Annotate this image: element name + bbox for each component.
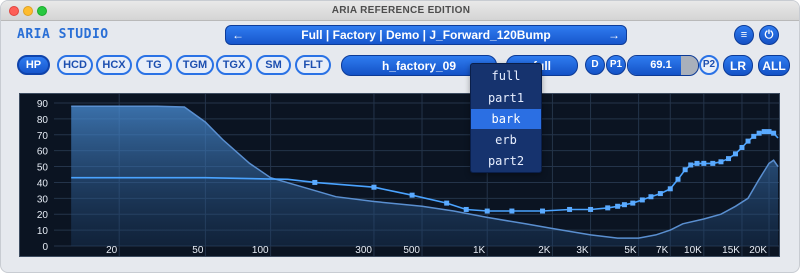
series-area-fill (71, 106, 779, 246)
prev-preset-button[interactable]: ← (228, 26, 248, 44)
curve-point (718, 159, 724, 165)
frequency-response-chart[interactable]: 90 80 70 60 50 40 30 20 10 0 20 50 100 300 500 1K 2K 3K 5K… (19, 93, 780, 257)
curve-point (675, 176, 681, 182)
curve-point (630, 200, 636, 206)
power-icon[interactable]: ⏻ (759, 25, 779, 45)
filter-tab-tgx[interactable]: TGX (216, 55, 252, 75)
mode-dropdown-menu[interactable]: full part1 bark erb part2 (470, 63, 542, 173)
curve-point (621, 202, 627, 208)
curve-point (648, 194, 654, 200)
x-tick-label: 50 (192, 245, 204, 256)
next-preset-button[interactable]: → (604, 26, 624, 44)
x-tick-label: 20 (106, 245, 118, 256)
d-button[interactable]: D (585, 55, 605, 75)
curve-point (444, 200, 450, 206)
chart-canvas: 9080706050403020100 20 50 100 300 500 1K 2K 3K 5K… (37, 94, 779, 256)
filter-tab-hcx[interactable]: HCX (96, 55, 132, 75)
dropdown-option-full[interactable]: full (471, 66, 541, 86)
x-tick-label: 2K (538, 245, 551, 256)
title-bar: ARIA REFERENCE EDITION (1, 1, 799, 21)
dropdown-option-part2[interactable]: part2 (471, 151, 541, 171)
p1-button[interactable]: P1 (606, 55, 626, 75)
curve-point (567, 206, 573, 212)
gain-slider[interactable]: 69.1 (627, 55, 699, 76)
curve-point (509, 208, 515, 214)
curve-point (726, 156, 732, 162)
dropdown-option-bark[interactable]: bark (471, 109, 541, 129)
x-tick-label: 10K (684, 245, 702, 256)
x-tick-label: 5K (624, 245, 637, 256)
curve-point (701, 160, 707, 166)
filter-tab-flt[interactable]: FLT (295, 55, 331, 75)
curve-point (761, 129, 767, 135)
y-tick-label: 10 (37, 226, 49, 237)
preset-selector[interactable]: ← Full | Factory | Demo | J_Forward_120B… (225, 25, 627, 45)
brand-logo: ARIA STUDIO (17, 27, 109, 42)
y-tick-label: 80 (37, 115, 49, 126)
curve-point (694, 160, 700, 166)
x-tick-label: 500 (403, 245, 420, 256)
app-window: ARIA REFERENCE EDITION ARIA STUDIO ← Ful… (0, 0, 800, 273)
curve-point (588, 206, 594, 212)
y-tick-label: 20 (37, 210, 49, 221)
x-tick-label: 7K (656, 245, 669, 256)
curve-point (312, 179, 318, 185)
gain-value: 69.1 (650, 59, 672, 71)
dropdown-option-part1[interactable]: part1 (471, 88, 541, 108)
filter-tab-hcd[interactable]: HCD (57, 55, 93, 75)
curve-point (739, 144, 745, 150)
y-tick-label: 60 (37, 147, 49, 158)
curve-point (463, 206, 469, 212)
all-button[interactable]: ALL (758, 55, 790, 76)
x-tick-label: 20K (749, 245, 767, 256)
curve-point (615, 203, 621, 209)
curve-point (667, 186, 673, 192)
y-tick-label: 30 (37, 194, 49, 205)
y-tick-label: 40 (37, 178, 49, 189)
curve-point (371, 184, 377, 190)
dropdown-option-erb[interactable]: erb (471, 130, 541, 150)
curve-point (682, 167, 688, 173)
curve-point (745, 138, 751, 144)
curve-point (605, 205, 611, 211)
curve-point (639, 197, 645, 203)
filter-tab-tgm[interactable]: TGM (176, 55, 214, 75)
curve-point (409, 192, 415, 198)
curve-point (766, 129, 772, 135)
menu-icon[interactable]: ≡ (734, 25, 754, 45)
preset-name[interactable]: Full | Factory | Demo | J_Forward_120Bum… (248, 26, 604, 44)
curve-point (732, 151, 738, 157)
x-tick-label: 1K (473, 245, 486, 256)
curve-point (751, 133, 757, 139)
filter-tab-tg[interactable]: TG (136, 55, 172, 75)
curve-point (756, 130, 762, 136)
x-tick-label: 100 (252, 245, 269, 256)
y-tick-label: 70 (37, 131, 49, 142)
p2-button[interactable]: P2 (699, 55, 719, 75)
curve-point (688, 162, 694, 168)
curve-point (657, 191, 663, 197)
window-title: ARIA REFERENCE EDITION (331, 5, 471, 16)
curve-point (771, 130, 777, 136)
y-tick-label: 50 (37, 163, 49, 174)
y-tick-label: 90 (37, 99, 49, 110)
x-tick-label: 3K (576, 245, 589, 256)
x-tick-label: 15K (722, 245, 740, 256)
lr-button[interactable]: LR (723, 55, 753, 76)
x-tick-label: 300 (355, 245, 372, 256)
curve-point (540, 208, 546, 214)
y-tick-label: 0 (42, 242, 48, 253)
filter-tab-sm[interactable]: SM (256, 55, 291, 75)
filter-tab-hp[interactable]: HP (17, 55, 50, 75)
curve-point (710, 160, 716, 166)
curve-point (484, 208, 490, 214)
